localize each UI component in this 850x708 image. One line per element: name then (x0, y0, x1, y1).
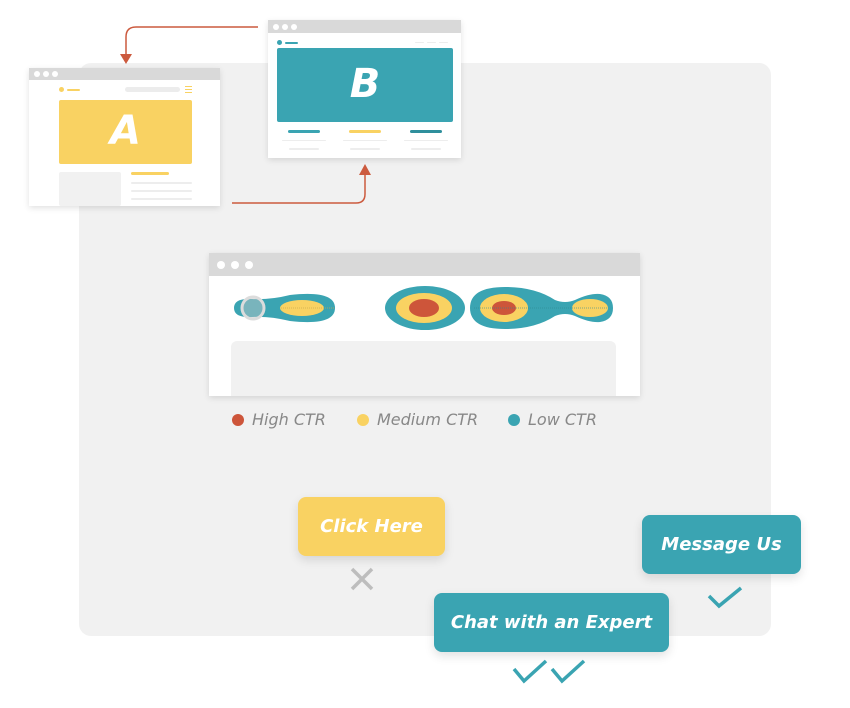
message-us-button[interactable]: Message Us (642, 515, 801, 574)
legend-label: Medium CTR (377, 410, 479, 429)
chat-with-expert-button[interactable]: Chat with an Expert (434, 593, 669, 652)
button-label: Message Us (661, 534, 782, 555)
high-ctr-zone (409, 299, 439, 317)
legend-swatch (232, 413, 244, 426)
button-label: Click Here (320, 516, 423, 537)
cursor-ring (240, 295, 266, 321)
legend-low-ctr: Low CTR (508, 410, 597, 429)
button-label: Chat with an Expert (450, 612, 653, 633)
legend-swatch (357, 413, 369, 426)
x-icon (350, 567, 374, 591)
double-check-icon (512, 659, 586, 684)
legend-medium-ctr: Medium CTR (357, 410, 478, 429)
heat-blob-2 (385, 286, 465, 330)
legend-label: High CTR (252, 410, 326, 429)
heat-blob-1 (234, 293, 335, 323)
legend-high-ctr: High CTR (232, 410, 326, 429)
check-icon (707, 586, 743, 609)
heat-blob-3 (470, 287, 613, 329)
click-here-button[interactable]: Click Here (298, 497, 445, 556)
legend-label: Low CTR (528, 410, 597, 429)
legend-swatch (508, 413, 520, 426)
